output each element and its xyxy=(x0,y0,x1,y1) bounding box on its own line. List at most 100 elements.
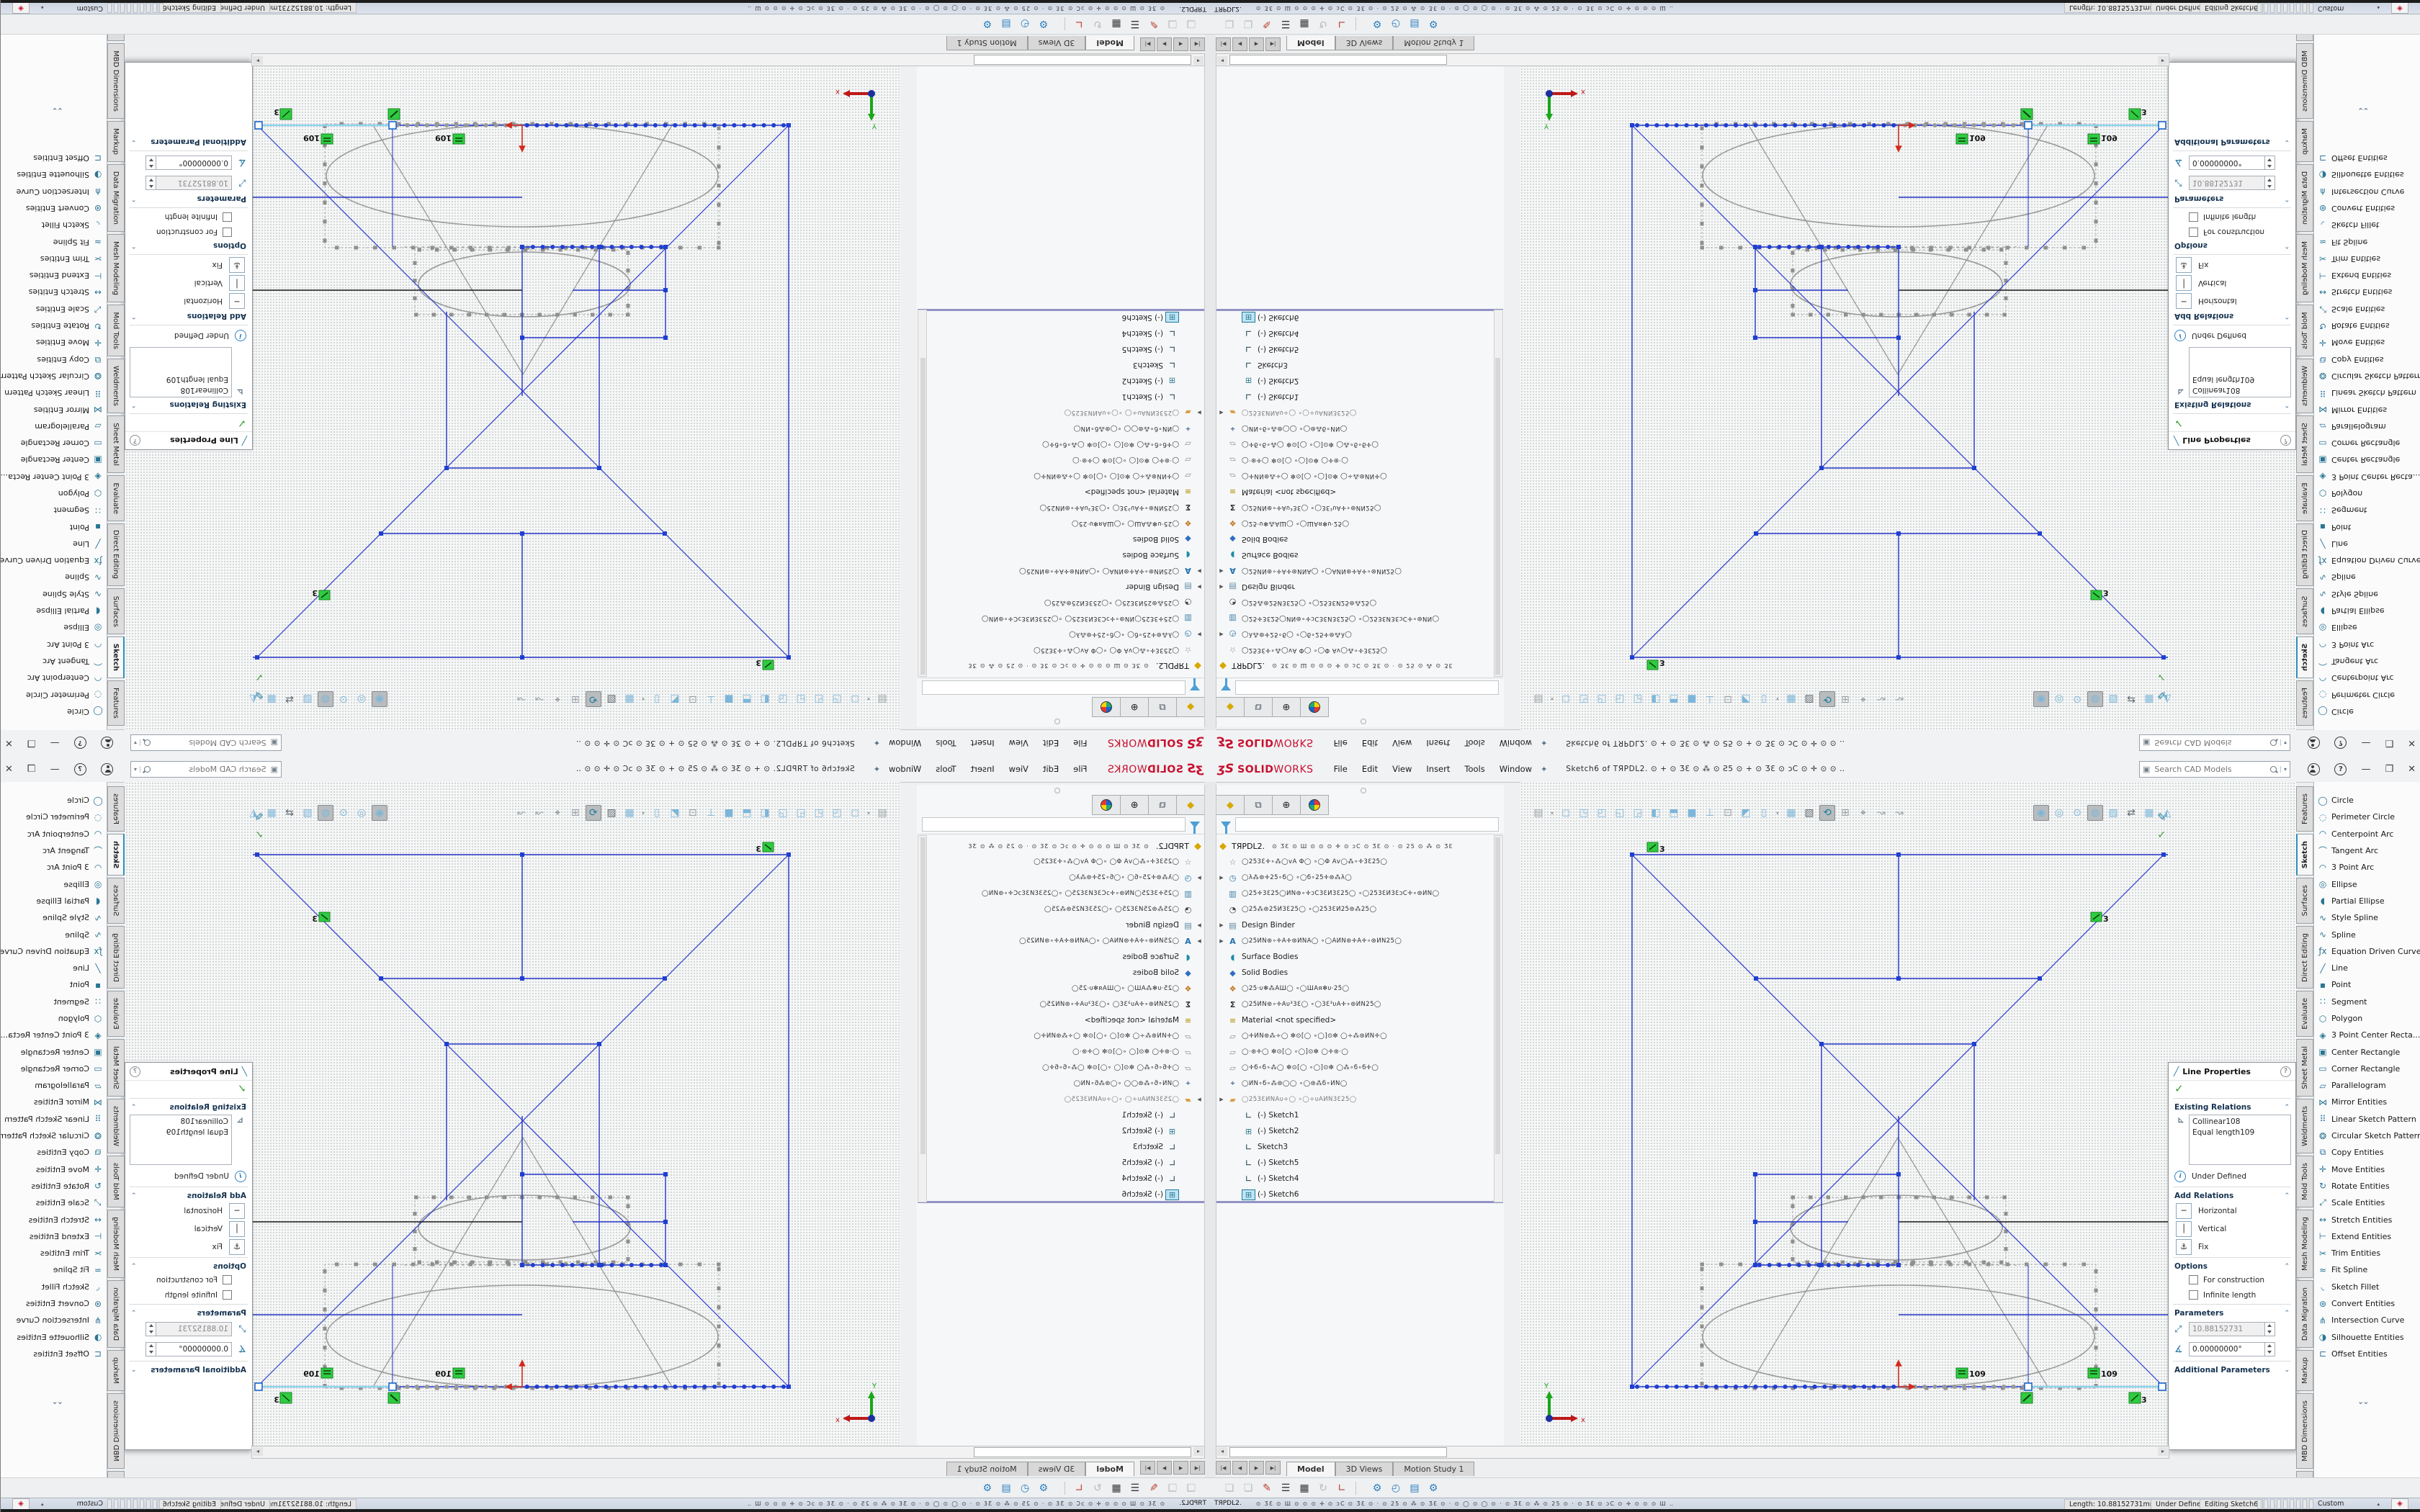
sketch-tool-item[interactable]: ∿ Spline xyxy=(0,926,107,942)
commandmanager-tab[interactable]: MBD Dimensions xyxy=(107,44,125,120)
sketch-tool-item[interactable]: ↔ Stretch Entities xyxy=(2314,1211,2420,1228)
headsup-toolbar-icon[interactable]: ⊞ xyxy=(1837,691,1853,707)
visibility-toolbar-icon[interactable]: ▨ xyxy=(2105,691,2121,707)
sketch-tool-item[interactable]: ƒx Equation Driven Curve xyxy=(0,943,107,960)
headsup-toolbar-icon[interactable]: ⬒ xyxy=(1666,691,1682,707)
tree-item[interactable]: ∟ Sketch3 xyxy=(1216,357,1493,373)
scroll-right-icon[interactable]: ▸ xyxy=(2158,56,2168,65)
rollback-bar[interactable] xyxy=(1216,309,1503,311)
panel-splitter[interactable] xyxy=(1504,66,1521,727)
tab-nav-button[interactable]: ▶| xyxy=(1265,37,1281,51)
add-relation-button[interactable]: ⚓ Fix xyxy=(2169,256,2295,274)
collapse-icon[interactable]: ⌄ xyxy=(2284,138,2290,145)
menu-item[interactable]: Insert xyxy=(964,761,1002,777)
headsup-toolbar-icon[interactable]: ▦ xyxy=(622,691,637,707)
headsup-toolbar-icon[interactable]: ⬒ xyxy=(739,805,755,821)
relation-list-item[interactable]: Equal length109 xyxy=(2192,1128,2287,1138)
sketch-tool-item[interactable]: ▭ Corner Rectangle xyxy=(0,435,107,451)
expand-arrow-icon[interactable]: ▶ xyxy=(1194,410,1204,415)
headsup-toolbar-icon[interactable]: ◩ xyxy=(1738,805,1754,821)
sketch-tool-item[interactable]: ⤢ Scale Entities xyxy=(0,301,107,318)
sketch-tool-item[interactable]: ⊢ Extend Entities xyxy=(0,267,107,284)
tree-item[interactable]: ≡ Material <not specified> xyxy=(1216,484,1493,500)
menu-item[interactable]: Window xyxy=(1492,735,1539,751)
motionmanager-icon[interactable]: ❏ xyxy=(1163,1482,1182,1494)
tree-item[interactable]: Σ ◯25ИΝ⊛∘✛Аυ³3Ɛ◯ ∘◯3Ɛ³υА✛∘⊛ИΝ25◯ xyxy=(928,996,1204,1012)
tab-nav-button[interactable]: ▶| xyxy=(1140,1461,1155,1475)
visibility-toolbar-icon[interactable]: ▨ xyxy=(2105,805,2121,821)
tree-item[interactable]: ▶ ▰ ◯253ƐИΝАυ÷◯ ∘◯÷υАИΝ3Ɛ25◯ xyxy=(1216,1092,1493,1107)
pin-icon[interactable]: ✦ xyxy=(874,739,880,748)
confirm-check-icon[interactable]: ✓ xyxy=(2157,829,2166,841)
unit-system-dropdown[interactable]: Custom ▴ xyxy=(37,4,107,13)
headsup-toolbar-icon[interactable]: ⟲ xyxy=(1819,805,1835,821)
sketch-tool-item[interactable]: ⤢ Scale Entities xyxy=(2314,301,2420,318)
headsup-toolbar-icon[interactable]: ⊡ xyxy=(1720,805,1736,821)
sketch-tool-item[interactable]: ◈ 3 Point Center Recta... xyxy=(2314,1027,2420,1043)
collapse-icon[interactable]: ⌃ xyxy=(2284,1104,2290,1111)
more-tools-icon[interactable]: ⌄⌄ xyxy=(2357,1397,2367,1406)
headsup-toolbar-icon[interactable]: ▾ xyxy=(640,691,647,707)
pin-icon[interactable]: ✦ xyxy=(1541,765,1547,774)
add-relation-button[interactable]: │ Vertical xyxy=(2169,274,2295,292)
sketch-tool-item[interactable]: ▱ Parallelogram xyxy=(2314,418,2420,435)
tab-nav-button[interactable]: ▶| xyxy=(1265,1461,1281,1475)
motionmanager-icon[interactable]: ⚙ xyxy=(1034,18,1053,30)
sketch-tool-item[interactable]: ⋈ Mirror Entities xyxy=(0,401,107,418)
tab-nav-button[interactable]: ▶| xyxy=(1140,37,1155,51)
headsup-toolbar-icon[interactable]: ▯ xyxy=(649,691,665,707)
commandmanager-tab[interactable]: Surfaces xyxy=(107,588,125,634)
sketch-tool-item[interactable]: ⊏ Offset Entities xyxy=(0,150,107,166)
motionmanager-icon[interactable]: ↻ xyxy=(1088,18,1107,30)
confirm-check-icon[interactable]: ✓ xyxy=(2157,671,2166,683)
motionmanager-icon[interactable]: ❏ xyxy=(1220,1482,1239,1494)
sketch-tool-item[interactable]: ⊏ Offset Entities xyxy=(2314,150,2420,166)
search-input[interactable] xyxy=(151,764,268,775)
tree-item[interactable]: ▱ ◯✛б∘б∘⁂◯ ✼⊙[◯ ∘◯]⊙✼ ◯⁂∘б∘б✛◯ xyxy=(1216,436,1493,452)
headsup-toolbar-icon[interactable]: ◲ xyxy=(1630,691,1646,707)
panel-splitter[interactable] xyxy=(900,66,917,727)
menu-item[interactable]: Insert xyxy=(1419,735,1457,751)
sketch-tool-item[interactable]: ╱ Line xyxy=(2314,536,2420,552)
panel-grip[interactable] xyxy=(1361,788,1366,793)
tree-item[interactable]: ⊞ (-) Sketch2 xyxy=(1216,1123,1493,1139)
sketch-tool-item[interactable]: ↔ Stretch Entities xyxy=(0,1211,107,1228)
expand-arrow-icon[interactable]: ▶ xyxy=(1216,410,1227,415)
visibility-toolbar-icon[interactable]: ▨ xyxy=(300,691,315,707)
visibility-toolbar-icon[interactable]: ◎ xyxy=(354,691,369,707)
featuremanager-tab[interactable]: ◆ xyxy=(1176,795,1204,815)
commandmanager-tab[interactable]: Direct Editing xyxy=(107,523,125,587)
menu-item[interactable]: File xyxy=(1066,735,1094,751)
search-box[interactable]: ▣ ▾ xyxy=(2139,761,2290,778)
headsup-toolbar-icon[interactable]: ◰ xyxy=(811,805,827,821)
status-sw-icon[interactable]: ◈ xyxy=(2391,1,2408,14)
tab-nav-button[interactable]: ▶ xyxy=(1249,1461,1264,1475)
commandmanager-tab[interactable]: Sketch xyxy=(107,834,125,876)
motionmanager-icon[interactable]: ∟ xyxy=(1332,18,1351,30)
headsup-toolbar-icon[interactable]: ◻ xyxy=(847,691,863,707)
collapse-icon[interactable]: ⌃ xyxy=(131,1104,137,1111)
sketch-tool-item[interactable]: ƒx Equation Driven Curve xyxy=(2314,943,2420,960)
tree-item[interactable]: ∟ (-) Sketch4 xyxy=(1216,1171,1493,1187)
tree-item[interactable]: ∟ Sketch3 xyxy=(1216,1139,1493,1155)
headsup-toolbar-icon[interactable]: ⬒ xyxy=(739,691,755,707)
tree-scrollbar[interactable] xyxy=(918,835,927,1202)
options-header[interactable]: Options⌃ xyxy=(2169,240,2295,253)
sketch-tool-item[interactable]: ≈ Fit Spline xyxy=(2314,1261,2420,1278)
sketch-tool-item[interactable]: ◑ Silhouette Entities xyxy=(0,166,107,183)
featuremanager-tab[interactable] xyxy=(1301,795,1329,815)
headsup-toolbar-icon[interactable]: ▯ xyxy=(1756,691,1772,707)
length-spinner[interactable] xyxy=(145,1322,156,1336)
headsup-toolbar-icon[interactable]: ⊡ xyxy=(685,691,701,707)
headsup-toolbar-icon[interactable]: ↝ xyxy=(532,805,547,821)
headsup-toolbar-icon[interactable]: ⊞ xyxy=(568,691,583,707)
sketch-tool-item[interactable]: ◖ Partial Ellipse xyxy=(2314,893,2420,909)
visibility-toolbar-icon[interactable]: ▦ xyxy=(2141,805,2157,821)
status-sw-icon[interactable]: ◈ xyxy=(12,1,30,14)
headsup-toolbar-icon[interactable]: ⬒ xyxy=(1666,805,1682,821)
help-button[interactable]: ? xyxy=(2334,763,2347,775)
option-row[interactable]: Infinite length xyxy=(125,210,252,225)
rollback-bar[interactable] xyxy=(918,1201,1204,1203)
add-relation-button[interactable]: ─ Horizontal xyxy=(125,1202,252,1220)
motionmanager-icon[interactable]: ◴ xyxy=(1016,1482,1034,1494)
